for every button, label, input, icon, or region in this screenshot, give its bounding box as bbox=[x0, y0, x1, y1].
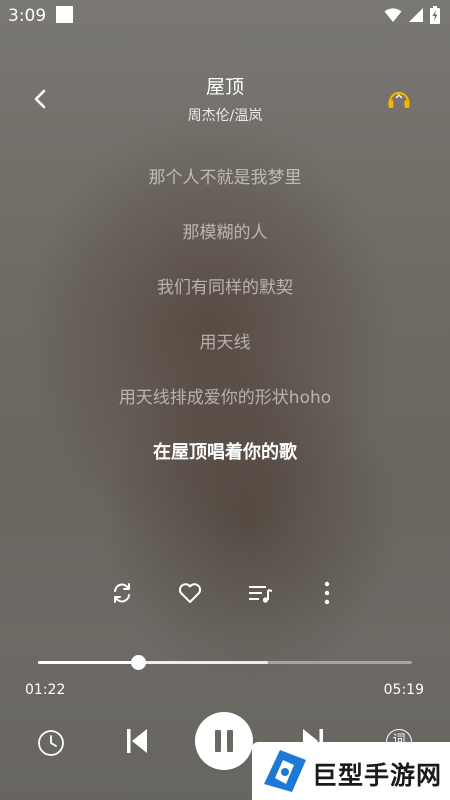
signal-icon bbox=[409, 8, 423, 22]
total-time: 05:19 bbox=[383, 682, 424, 698]
lyric-line: 那模糊的人 bbox=[182, 223, 268, 243]
current-lyric-line: 在屋顶唱着你的歌 bbox=[153, 442, 297, 463]
heart-icon[interactable] bbox=[175, 578, 205, 608]
watermark: 巨型手游网 bbox=[252, 742, 450, 800]
notification-icon bbox=[56, 6, 73, 23]
skip-previous-icon[interactable] bbox=[124, 726, 150, 756]
current-time: 01:22 bbox=[25, 682, 66, 698]
lyric-line: 那个人不就是我梦里 bbox=[148, 168, 302, 188]
song-artist[interactable]: 周杰伦/温岚 bbox=[0, 105, 450, 125]
watermark-text: 巨型手游网 bbox=[312, 761, 443, 790]
headphones-icon[interactable] bbox=[386, 86, 412, 112]
wifi-icon bbox=[384, 8, 402, 22]
action-row bbox=[0, 578, 450, 608]
status-icons bbox=[384, 6, 440, 24]
seek-bar[interactable] bbox=[38, 655, 412, 670]
battery-icon bbox=[430, 6, 440, 24]
player-header: 屋顶 周杰伦/温岚 bbox=[0, 60, 450, 140]
song-title: 屋顶 bbox=[205, 76, 244, 98]
clock-icon[interactable] bbox=[37, 729, 65, 757]
played-bar bbox=[38, 661, 139, 664]
status-time: 3:09 bbox=[8, 6, 47, 26]
seek-thumb[interactable] bbox=[131, 655, 147, 670]
play-pause-button[interactable] bbox=[195, 712, 253, 770]
pause-icon bbox=[215, 730, 233, 752]
lyric-line: 我们有同样的默契 bbox=[157, 278, 293, 298]
playlist-icon[interactable] bbox=[245, 578, 275, 608]
watermark-logo-icon bbox=[264, 750, 306, 792]
repeat-icon[interactable] bbox=[107, 578, 137, 608]
more-vertical-icon[interactable] bbox=[312, 578, 342, 608]
lyric-line: 用天线 bbox=[199, 333, 251, 353]
status-bar: 3:09 bbox=[0, 0, 450, 32]
lyric-line: 用天线排成爱你的形状hoho bbox=[118, 388, 332, 408]
